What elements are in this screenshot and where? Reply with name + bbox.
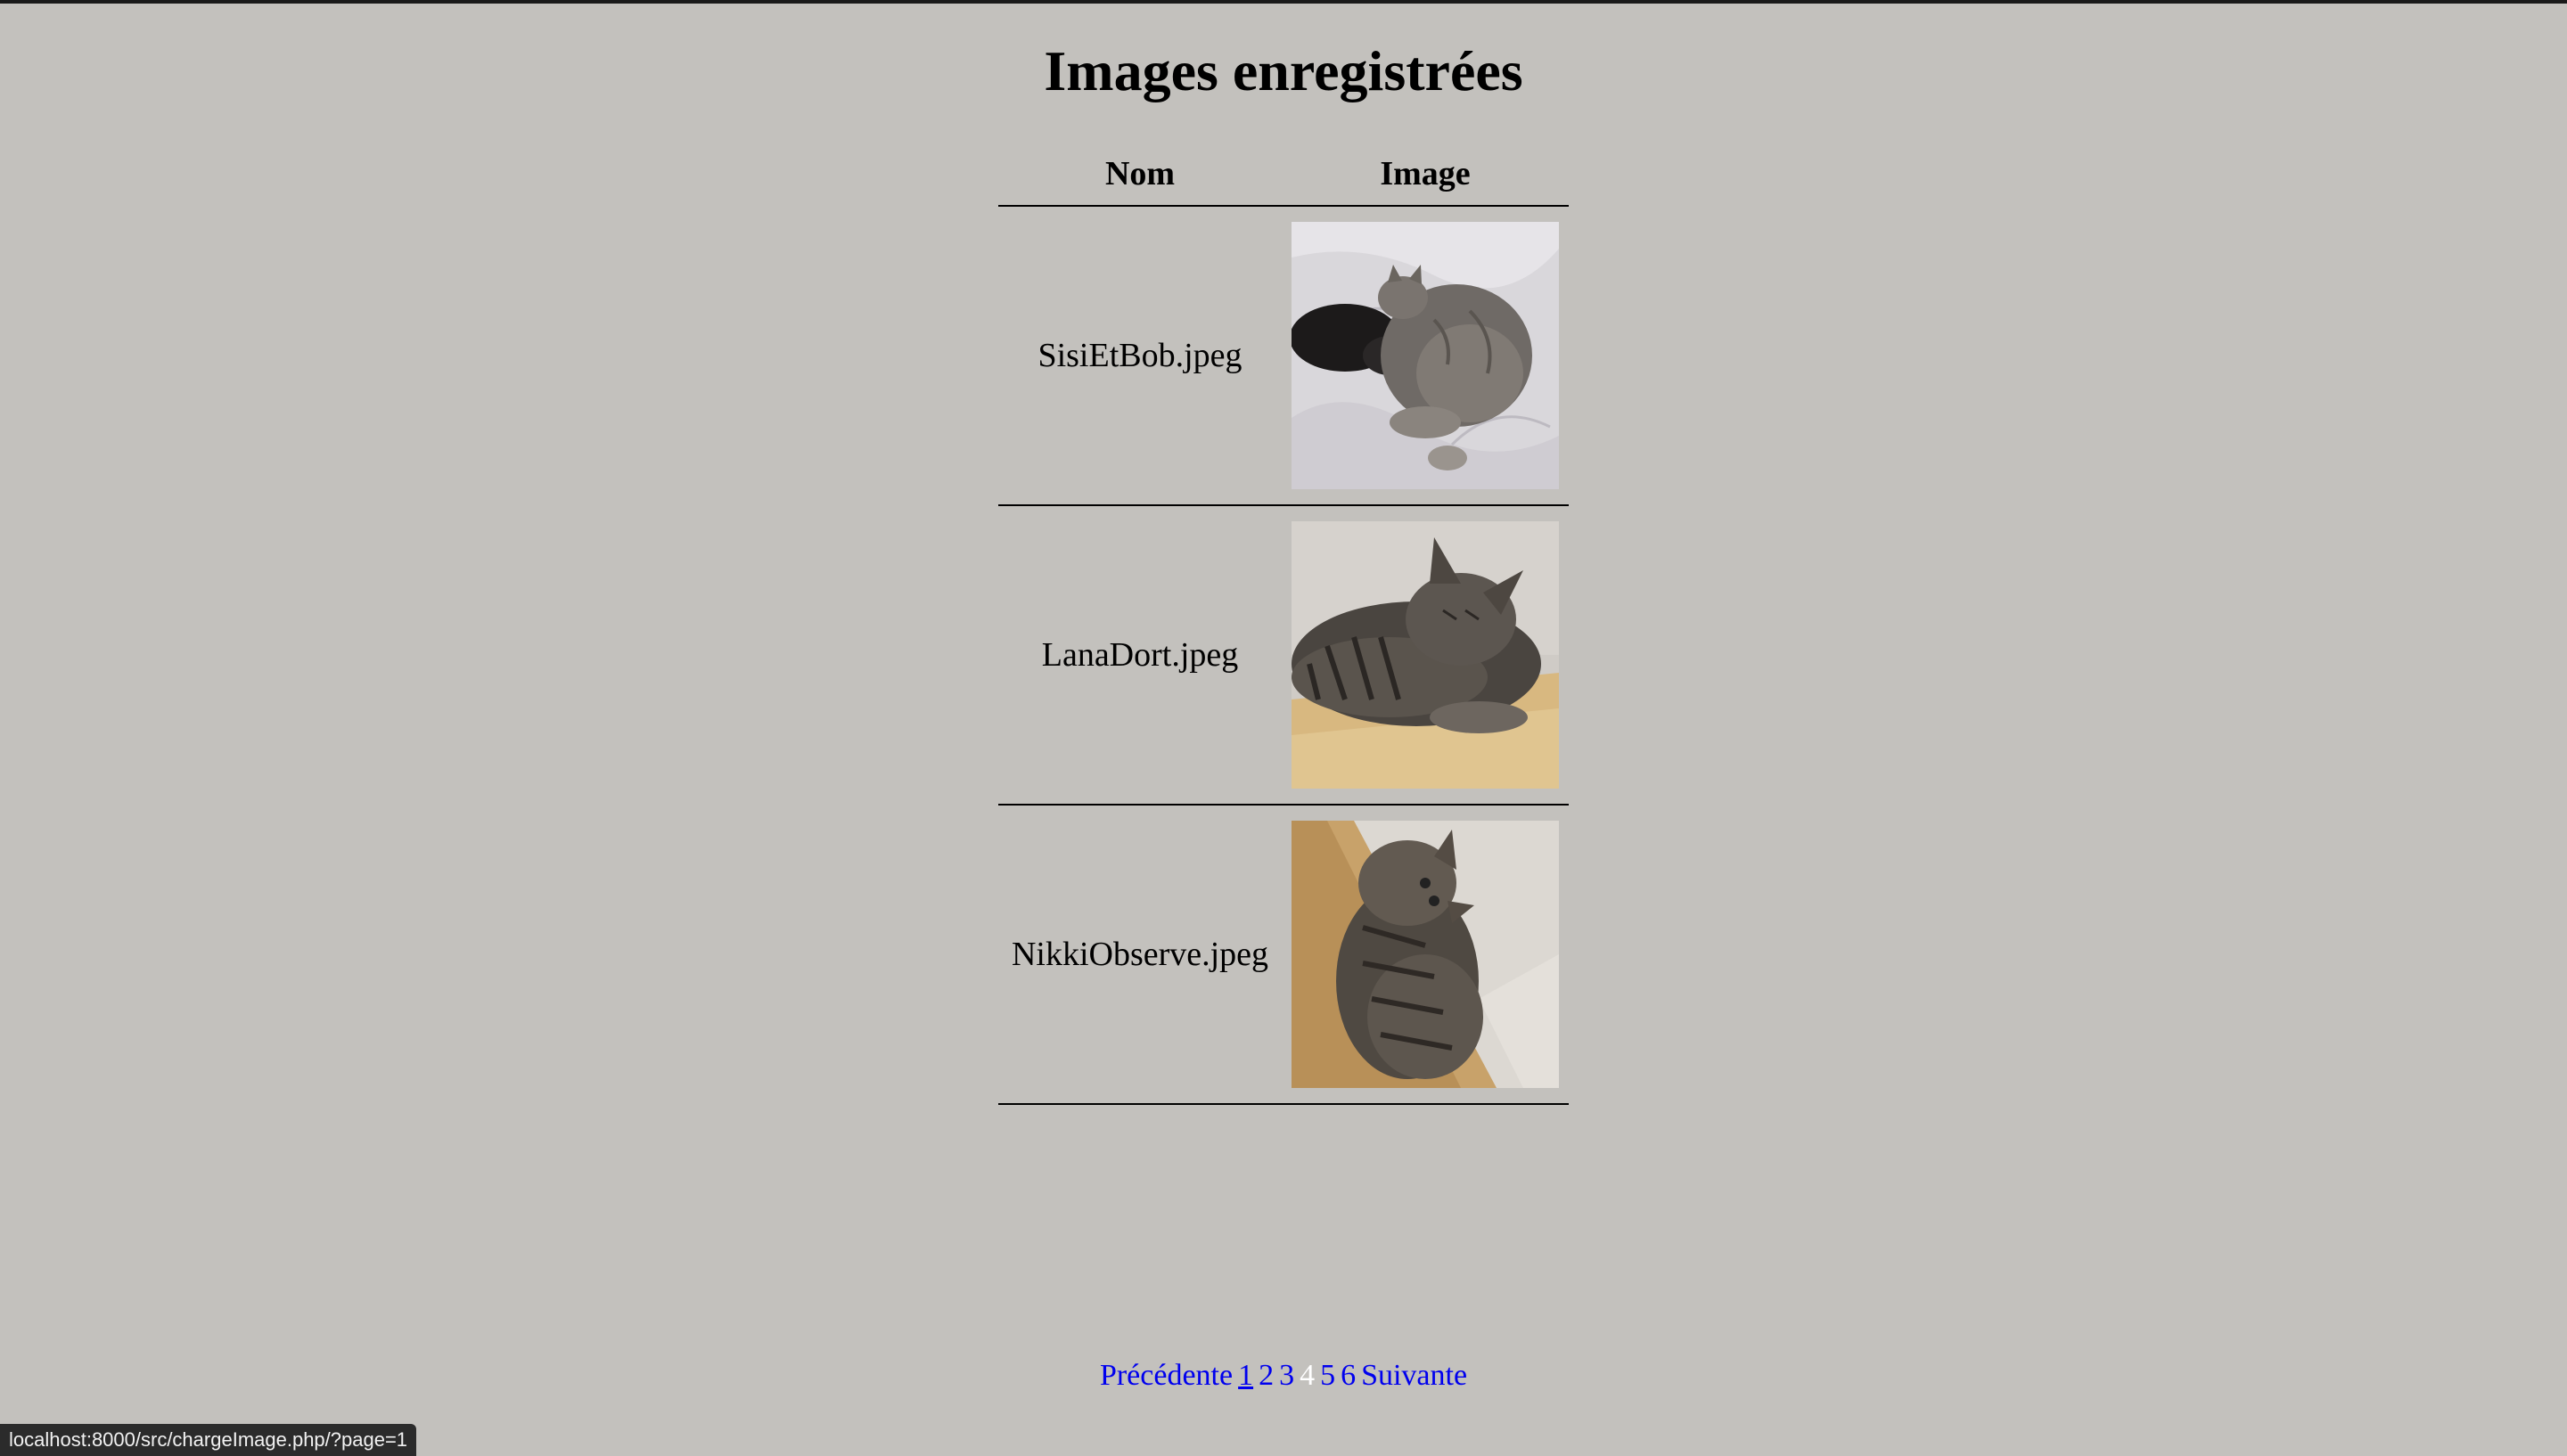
cat-photo <box>1292 222 1559 489</box>
page-link-1[interactable]: 1 <box>1238 1359 1253 1392</box>
page-title: Images enregistrées <box>1044 39 1523 102</box>
table-row: LanaDort.jpeg <box>998 506 1569 806</box>
table-header: Nom Image <box>998 146 1569 207</box>
table-row: SisiEtBob.jpeg <box>998 207 1569 506</box>
cat-photo <box>1292 821 1559 1088</box>
image-name: LanaDort.jpeg <box>1041 636 1239 674</box>
image-cell <box>1282 222 1569 489</box>
image-cell <box>1282 521 1569 789</box>
images-table: Nom Image SisiEtBob.jpeg LanaDort.jpeg N… <box>998 146 1569 1105</box>
table-row: NikkiObserve.jpeg <box>998 806 1569 1105</box>
image-name: SisiEtBob.jpeg <box>1037 337 1242 374</box>
image-cell <box>1282 821 1569 1088</box>
previous-page-link[interactable]: Précédente <box>1100 1359 1233 1392</box>
page: Images enregistrées Nom Image SisiEtBob.… <box>0 0 2567 1456</box>
column-header-name: Nom <box>1104 155 1176 192</box>
cat-photo <box>1292 521 1559 789</box>
page-link-3[interactable]: 3 <box>1279 1359 1294 1392</box>
page-link-2[interactable]: 2 <box>1259 1359 1274 1392</box>
column-header-image: Image <box>1380 155 1471 192</box>
next-page-link[interactable]: Suivante <box>1361 1359 1467 1392</box>
page-link-5[interactable]: 5 <box>1320 1359 1335 1392</box>
status-bar-url: localhost:8000/src/chargeImage.php/?page… <box>0 1424 417 1456</box>
page-link-6[interactable]: 6 <box>1341 1359 1356 1392</box>
current-page: 4 <box>1300 1359 1316 1392</box>
image-name: NikkiObserve.jpeg <box>1011 936 1269 973</box>
pagination: Précédente 1 2 3 4 5 6 Suivante <box>0 1354 2567 1397</box>
